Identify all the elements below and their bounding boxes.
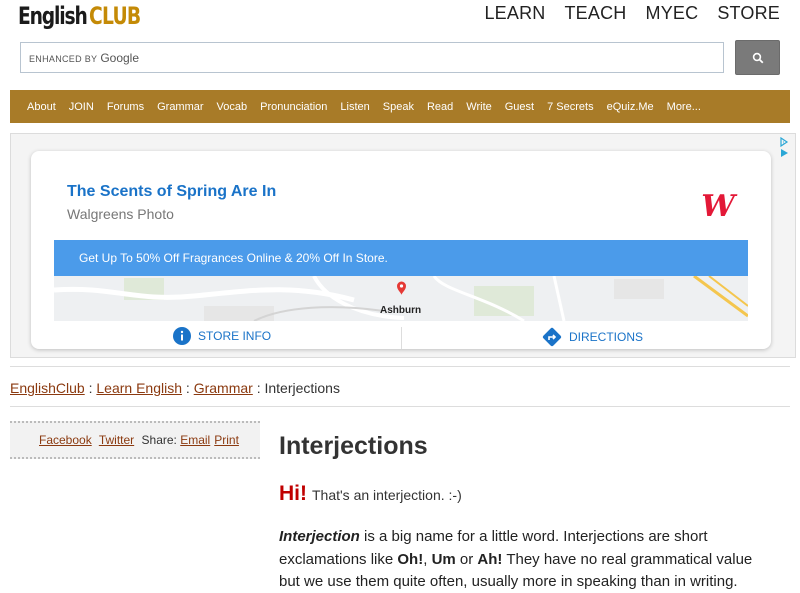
article-paragraph: Interjection is a big name for a little …	[279, 526, 769, 593]
map-location-label: Ashburn	[380, 305, 422, 316]
menu-item-speak[interactable]: Speak	[383, 101, 414, 113]
term-interjection: Interjection	[279, 528, 360, 545]
ad-promo-banner[interactable]: Get Up To 50% Off Fragrances Online & 20…	[54, 240, 748, 276]
main-menu: About JOIN Forums Grammar Vocab Pronunci…	[10, 90, 790, 123]
search-button[interactable]	[735, 40, 780, 75]
breadcrumb-current: Interjections	[264, 380, 340, 396]
intro-line: Hi! That's an interjection. :-)	[279, 482, 462, 506]
menu-item-about[interactable]: About	[27, 101, 56, 113]
share-twitter-link[interactable]: Twitter	[99, 433, 134, 447]
top-nav-myec[interactable]: MYEC	[646, 3, 699, 24]
ad-subtitle: Walgreens Photo	[67, 206, 174, 222]
store-info-button[interactable]: STORE INFO	[173, 327, 271, 345]
info-icon	[173, 327, 191, 345]
search-bar: ENHANCED BY Google	[20, 40, 780, 75]
breadcrumb-grammar[interactable]: Grammar	[194, 380, 253, 396]
breadcrumb-sep: :	[252, 380, 265, 396]
ad-choices-icon[interactable]: i	[779, 137, 789, 147]
ad-actions: STORE INFO DIRECTIONS	[31, 323, 771, 349]
divider-top	[10, 366, 790, 367]
menu-item-forums[interactable]: Forums	[107, 101, 144, 113]
top-nav: LEARN TEACH MYEC STORE	[465, 3, 780, 24]
top-nav-store[interactable]: STORE	[717, 3, 780, 24]
top-nav-teach[interactable]: TEACH	[564, 3, 626, 24]
store-info-label: STORE INFO	[198, 329, 272, 343]
menu-item-equiz[interactable]: eQuiz.Me	[607, 101, 654, 113]
search-branding: ENHANCED BY Google	[29, 51, 140, 65]
breadcrumb-sep: :	[182, 380, 194, 396]
breadcrumb-sep: :	[84, 380, 97, 396]
example-ah: Ah!	[477, 550, 503, 568]
page-title: Interjections	[279, 432, 428, 460]
example-oh: Oh!	[397, 550, 424, 568]
breadcrumb-learn-english[interactable]: Learn English	[96, 380, 182, 396]
menu-item-grammar[interactable]: Grammar	[157, 101, 203, 113]
ad-card[interactable]: The Scents of Spring Are In Walgreens Ph…	[31, 151, 771, 349]
directions-icon	[542, 327, 562, 347]
menu-item-vocab[interactable]: Vocab	[217, 101, 248, 113]
englishclub-logo[interactable]: English CLUB	[18, 2, 155, 36]
share-email-link[interactable]: Email	[180, 433, 210, 447]
menu-item-pronunciation[interactable]: Pronunciation	[260, 101, 327, 113]
top-nav-learn[interactable]: LEARN	[484, 3, 545, 24]
ad-map[interactable]: Ashburn	[54, 276, 748, 321]
breadcrumb-englishclub[interactable]: EnglishClub	[10, 380, 85, 396]
site-header: English CLUB LEARN TEACH MYEC STORE	[0, 0, 800, 40]
menu-item-join[interactable]: JOIN	[69, 101, 94, 113]
divider-bottom	[10, 406, 790, 407]
share-print-link[interactable]: Print	[214, 433, 239, 447]
menu-item-more[interactable]: More...	[667, 101, 701, 113]
menu-item-read[interactable]: Read	[427, 101, 453, 113]
ad-play-icon[interactable]	[779, 148, 789, 158]
example-um: Um	[431, 550, 456, 568]
menu-item-7-secrets[interactable]: 7 Secrets	[547, 101, 593, 113]
walgreens-logo: W	[701, 189, 735, 224]
directions-button[interactable]: DIRECTIONS	[542, 327, 643, 347]
advertisement: i The Scents of Spring Are In Walgreens …	[10, 133, 796, 358]
directions-label: DIRECTIONS	[569, 330, 644, 344]
hi-exclamation: Hi!	[279, 482, 307, 505]
search-icon	[752, 52, 763, 63]
menu-item-listen[interactable]: Listen	[340, 101, 369, 113]
intro-text: That's an interjection. :-)	[312, 487, 462, 503]
share-label: Share:	[141, 433, 177, 447]
logo-english: English	[18, 2, 88, 30]
menu-item-write[interactable]: Write	[466, 101, 491, 113]
svg-text:i: i	[783, 140, 784, 146]
logo-club: CLUB	[88, 2, 141, 30]
share-facebook-link[interactable]: Facebook	[39, 433, 92, 447]
para-text: ,	[423, 550, 432, 568]
menu-item-guest[interactable]: Guest	[505, 101, 534, 113]
search-input[interactable]: ENHANCED BY Google	[20, 42, 724, 73]
ad-title[interactable]: The Scents of Spring Are In	[67, 183, 276, 201]
para-text: or	[455, 550, 478, 568]
ad-action-divider	[401, 327, 402, 349]
share-box: Facebook Twitter Share: Email Print	[10, 421, 260, 459]
breadcrumb: EnglishClub : Learn English : Grammar : …	[10, 380, 340, 396]
